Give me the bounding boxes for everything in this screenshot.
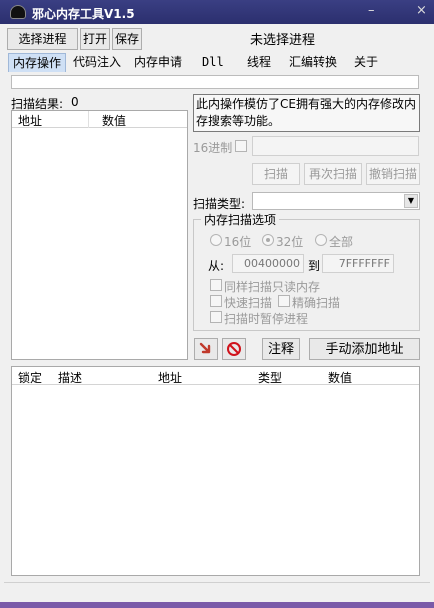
tab-memory-allocate[interactable]: 内存申请 bbox=[130, 53, 186, 72]
scan-type-select[interactable]: ▼ bbox=[252, 192, 420, 210]
chevron-down-icon[interactable]: ▼ bbox=[404, 194, 418, 208]
to-label: 到 bbox=[308, 259, 321, 273]
fast-scan-label: 快速扫描 bbox=[224, 296, 273, 310]
pause-process-label: 扫描时暂停进程 bbox=[224, 312, 309, 326]
hex-checkbox[interactable] bbox=[235, 140, 247, 152]
scan-results-list[interactable]: 地址 数值 bbox=[11, 110, 188, 360]
app-icon bbox=[10, 5, 26, 19]
clear-list-button[interactable] bbox=[222, 338, 246, 360]
scan-button[interactable]: 扫描 bbox=[252, 163, 300, 185]
process-status-text: 未选择进程 bbox=[250, 33, 316, 48]
pause-process-checkbox[interactable] bbox=[210, 311, 222, 323]
tab-thread[interactable]: 线程 bbox=[243, 53, 275, 72]
scan-value-input[interactable] bbox=[252, 136, 419, 156]
add-address-button[interactable]: 手动添加地址 bbox=[309, 338, 420, 360]
tab-code-injection[interactable]: 代码注入 bbox=[69, 53, 125, 72]
readonly-memory-label: 同样扫描只读内存 bbox=[224, 280, 321, 294]
column-value[interactable]: 数值 bbox=[328, 369, 352, 386]
scan-results-header: 地址 数值 bbox=[12, 111, 187, 128]
move-to-list-button[interactable] bbox=[194, 338, 218, 360]
from-address-input[interactable]: 00400000 bbox=[232, 254, 304, 273]
radio-all-label: 全部 bbox=[329, 235, 354, 249]
save-button[interactable]: 保存 bbox=[112, 28, 142, 50]
column-address[interactable]: 地址 bbox=[18, 112, 42, 129]
radio-32bit-label: 32位 bbox=[276, 235, 304, 249]
column-type[interactable]: 类型 bbox=[258, 369, 282, 386]
down-arrow-icon bbox=[199, 342, 211, 354]
main-window: 邪心内存工具V1.5 – × 选择进程 打开 保存 未选择进程 内存操作 代码注… bbox=[0, 0, 434, 608]
window-title: 邪心内存工具V1.5 bbox=[32, 7, 135, 21]
open-button[interactable]: 打开 bbox=[80, 28, 110, 50]
select-process-button[interactable]: 选择进程 bbox=[7, 28, 78, 50]
column-description[interactable]: 描述 bbox=[58, 369, 82, 386]
radio-16bit-label: 16位 bbox=[224, 235, 252, 249]
exact-scan-label: 精确扫描 bbox=[292, 296, 341, 310]
exact-scan-checkbox[interactable] bbox=[278, 295, 290, 307]
column-value[interactable]: 数值 bbox=[102, 112, 126, 129]
hex-label: 16进制 bbox=[193, 141, 233, 155]
status-bar bbox=[4, 582, 430, 602]
readonly-memory-checkbox[interactable] bbox=[210, 279, 222, 291]
address-table[interactable]: 锁定 描述 地址 类型 数值 bbox=[11, 366, 420, 576]
column-address[interactable]: 地址 bbox=[158, 369, 182, 386]
note-button[interactable]: 注释 bbox=[262, 338, 300, 360]
close-button[interactable]: × bbox=[416, 3, 427, 18]
title-bar[interactable]: 邪心内存工具V1.5 – × bbox=[0, 0, 434, 24]
scan-result-count: 0 bbox=[71, 95, 79, 109]
column-lock[interactable]: 锁定 bbox=[18, 369, 42, 386]
radio-16bit[interactable] bbox=[210, 234, 222, 246]
scan-type-label: 扫描类型: bbox=[193, 197, 246, 211]
from-label: 从: bbox=[208, 259, 225, 273]
to-address-input[interactable]: 7FFFFFFF bbox=[322, 254, 394, 273]
no-entry-icon bbox=[227, 342, 241, 356]
scan-progress-bar bbox=[11, 75, 419, 89]
minimize-button[interactable]: – bbox=[368, 3, 375, 18]
window-bottom-border bbox=[0, 602, 434, 608]
feature-description: 此内操作模仿了CE拥有强大的内存修改内存搜索等功能。 bbox=[193, 94, 420, 132]
scan-options-title: 内存扫描选项 bbox=[201, 211, 280, 228]
radio-32bit[interactable] bbox=[262, 234, 274, 246]
tab-memory-operation[interactable]: 内存操作 bbox=[8, 53, 67, 72]
tab-dll[interactable]: Dll bbox=[198, 53, 228, 72]
tab-about[interactable]: 关于 bbox=[350, 53, 382, 72]
address-table-header: 锁定 描述 地址 类型 数值 bbox=[12, 367, 419, 385]
radio-all[interactable] bbox=[315, 234, 327, 246]
tab-asm-convert[interactable]: 汇编转换 bbox=[285, 53, 341, 72]
rescan-button[interactable]: 再次扫描 bbox=[304, 163, 362, 185]
fast-scan-checkbox[interactable] bbox=[210, 295, 222, 307]
undo-scan-button[interactable]: 撤销扫描 bbox=[366, 163, 420, 185]
